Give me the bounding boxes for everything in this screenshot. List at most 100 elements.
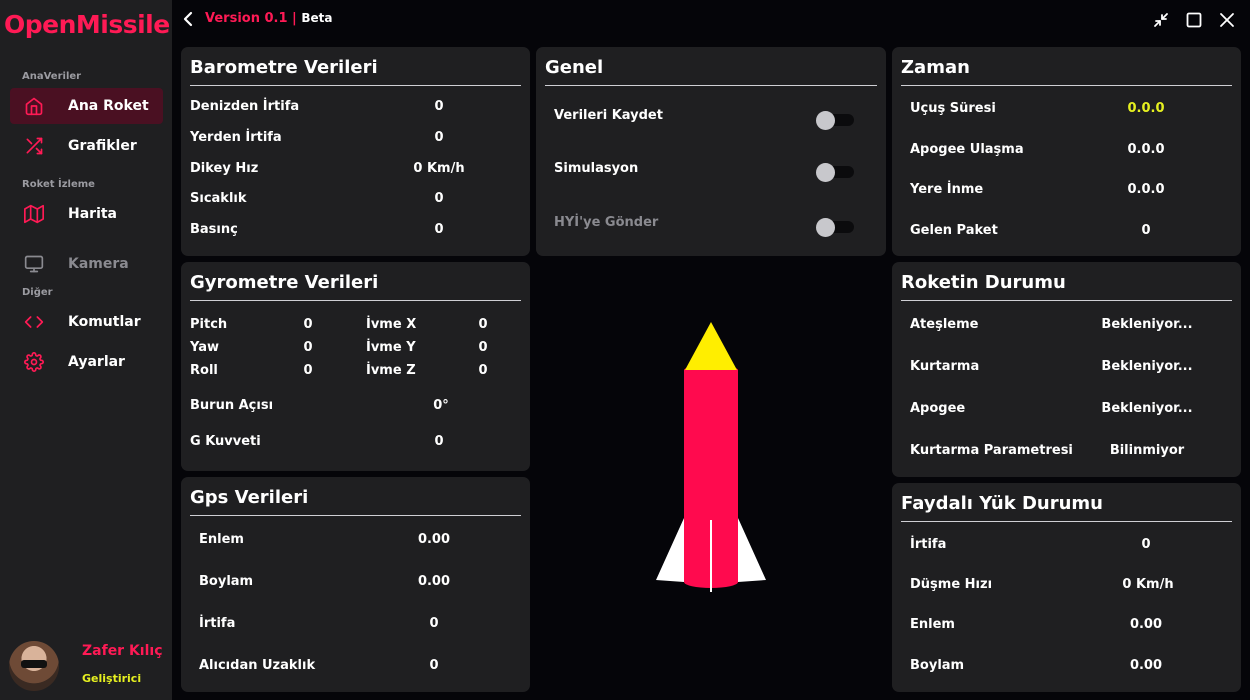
- toggle-label-simulation: Simulasyon: [554, 161, 639, 176]
- gyro-value: 0: [478, 317, 488, 332]
- gyro-label: Roll: [190, 363, 218, 378]
- rocket-status-panel: Roketin Durumu Ateşleme Bekleniyor... Ku…: [892, 262, 1241, 477]
- divider: [901, 85, 1232, 86]
- gear-icon: [10, 352, 58, 372]
- status-value: Bilinmiyor: [1109, 443, 1185, 458]
- time-value: 0: [1141, 223, 1151, 238]
- version-text: Version 0.1 |: [205, 11, 297, 26]
- monitor-icon: [10, 254, 58, 274]
- payload-label: Boylam: [910, 658, 965, 673]
- barometer-value: 0: [434, 130, 444, 145]
- gyro-label: İvme Z: [366, 363, 416, 378]
- barometer-value: 0: [434, 222, 444, 237]
- avatar[interactable]: [9, 641, 59, 691]
- sidebar-item-label: Grafikler: [68, 138, 137, 154]
- time-label: Yere İnme: [910, 182, 984, 197]
- nose-angle-label: Burun Açısı: [190, 398, 274, 413]
- home-icon: [10, 96, 58, 116]
- panel-title: Gps Verileri: [190, 487, 309, 508]
- section-label-other: Diğer: [22, 287, 53, 298]
- gps-label: Boylam: [199, 574, 254, 589]
- panel-title: Roketin Durumu: [901, 272, 1066, 293]
- sidebar: OpenMissile AnaVeriler Ana Roket Grafikl…: [0, 0, 172, 700]
- brand-logo: OpenMissile: [4, 10, 170, 39]
- rocket-fin-right: [738, 518, 766, 582]
- status-value: Bekleniyor...: [1101, 359, 1193, 374]
- sidebar-item-label: Ana Roket: [68, 98, 149, 114]
- status-label: Ateşleme: [910, 317, 979, 332]
- sidebar-item-ayarlar[interactable]: Ayarlar: [10, 344, 163, 380]
- sidebar-item-ana-roket[interactable]: Ana Roket: [10, 88, 163, 124]
- send-hyi-toggle[interactable]: [816, 218, 854, 237]
- g-force-value: 0: [434, 434, 444, 449]
- maximize-icon[interactable]: [1185, 11, 1203, 29]
- gps-value: 0: [429, 658, 439, 673]
- save-data-toggle[interactable]: [816, 111, 854, 130]
- status-label: Kurtarma: [910, 359, 980, 374]
- payload-value: 0.00: [1129, 617, 1163, 632]
- divider: [190, 300, 521, 301]
- back-chevron-icon[interactable]: [182, 11, 196, 31]
- status-value: Bekleniyor...: [1101, 401, 1193, 416]
- time-panel: Zaman Uçuş Süresi 0.0.0 Apogee Ulaşma 0.…: [892, 47, 1241, 256]
- map-icon: [10, 204, 58, 224]
- barometer-label: Yerden İrtifa: [190, 130, 282, 145]
- gyro-value: 0: [303, 363, 313, 378]
- divider: [190, 515, 521, 516]
- divider: [901, 300, 1232, 301]
- time-value: 0.0.0: [1127, 182, 1165, 197]
- close-icon[interactable]: [1218, 11, 1236, 29]
- sidebar-item-label: Harita: [68, 206, 118, 222]
- simulation-toggle[interactable]: [816, 163, 854, 182]
- payload-label: İrtifa: [910, 537, 947, 552]
- section-label-main: AnaVeriler: [22, 71, 82, 82]
- section-label-tracking: Roket İzleme: [22, 179, 95, 190]
- gyro-label: Pitch: [190, 317, 228, 332]
- status-value: Bekleniyor...: [1101, 317, 1193, 332]
- rocket-nose: [685, 322, 737, 370]
- barometer-value: 0: [434, 191, 444, 206]
- barometer-label: Basınç: [190, 222, 238, 237]
- barometer-label: Sıcaklık: [190, 191, 247, 206]
- time-label: Gelen Paket: [910, 223, 998, 238]
- gyro-value: 0: [303, 340, 313, 355]
- gyro-label: İvme Y: [366, 340, 416, 355]
- version-label: Version 0.1 | Beta: [205, 11, 332, 26]
- shuffle-icon: [10, 136, 58, 156]
- gyro-panel: Gyrometre Verileri Pitch 0 İvme X 0 Yaw …: [181, 262, 530, 471]
- barometer-panel: Barometre Verileri Denizden İrtifa 0 Yer…: [181, 47, 530, 256]
- payload-panel: Faydalı Yük Durumu İrtifa 0 Düşme Hızı 0…: [892, 483, 1241, 692]
- gps-label: Alıcıdan Uzaklık: [199, 658, 316, 673]
- gps-label: İrtifa: [199, 616, 236, 631]
- panel-title: Gyrometre Verileri: [190, 272, 379, 293]
- barometer-label: Denizden İrtifa: [190, 99, 300, 114]
- rocket-fin-left: [656, 518, 684, 582]
- panel-title: Barometre Verileri: [190, 57, 378, 78]
- barometer-value: 0: [434, 99, 444, 114]
- sidebar-item-harita[interactable]: Harita: [10, 196, 163, 232]
- sidebar-item-kamera[interactable]: Kamera: [10, 246, 163, 282]
- sidebar-item-label: Kamera: [68, 256, 129, 272]
- divider: [901, 521, 1232, 522]
- code-icon: [10, 312, 58, 332]
- sidebar-item-grafikler[interactable]: Grafikler: [10, 128, 163, 164]
- sidebar-item-komutlar[interactable]: Komutlar: [10, 304, 163, 340]
- divider: [545, 85, 877, 86]
- flight-time-value: 0.0.0: [1127, 101, 1165, 116]
- gps-value: 0.00: [417, 532, 451, 547]
- payload-value: 0.00: [1129, 658, 1163, 673]
- barometer-value: 0 Km/h: [413, 161, 465, 176]
- panel-title: Faydalı Yük Durumu: [901, 493, 1103, 514]
- divider: [190, 85, 521, 86]
- gps-label: Enlem: [199, 532, 244, 547]
- user-name: Zafer Kılıç: [82, 643, 163, 659]
- gps-panel: Gps Verileri Enlem 0.00 Boylam 0.00 İrti…: [181, 477, 530, 692]
- gyro-label: Yaw: [190, 340, 220, 355]
- payload-value: 0 Km/h: [1122, 577, 1174, 592]
- payload-label: Düşme Hızı: [910, 577, 993, 592]
- payload-value: 0: [1141, 537, 1151, 552]
- toggle-label-send-hyi: HYİ'ye Gönder: [554, 215, 659, 230]
- gyro-label: İvme X: [366, 317, 417, 332]
- gps-value: 0: [429, 616, 439, 631]
- minimize-icon[interactable]: [1152, 11, 1170, 29]
